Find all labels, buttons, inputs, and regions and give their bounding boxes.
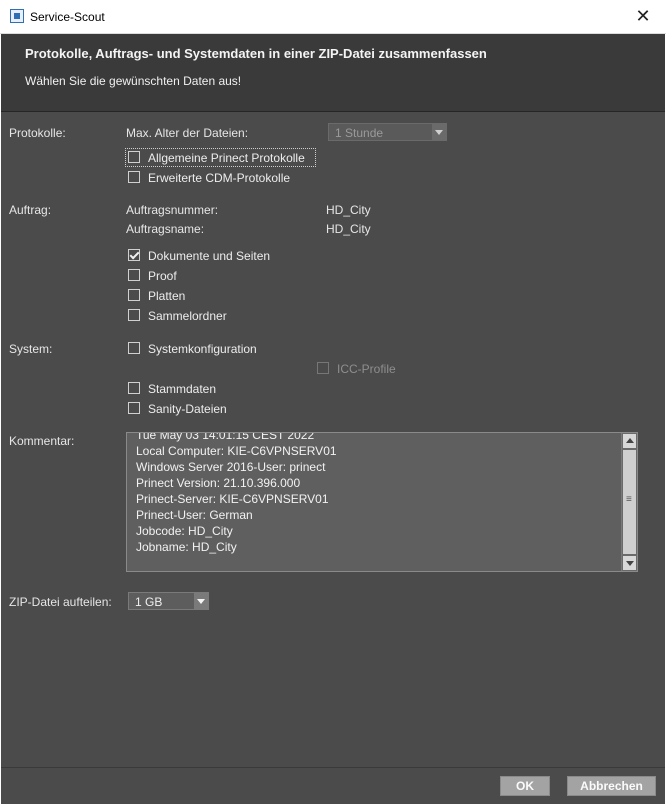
max-age-label: Max. Alter der Dateien:	[126, 126, 249, 140]
protokolle-label: Protokolle:	[9, 126, 66, 140]
kommentar-line: Tue May 03 14:01:15 CEST 2022	[136, 432, 315, 442]
checkbox-label: Sanity-Dateien	[148, 402, 227, 416]
auftragsnummer-label: Auftragsnummer:	[126, 203, 219, 217]
chevron-down-icon	[432, 124, 446, 140]
dialog-body: Protokolle, Auftrags- und Systemdaten in…	[1, 34, 665, 804]
kommentar-scrollbar[interactable]	[621, 433, 637, 571]
auftrag-label: Auftrag:	[9, 203, 52, 217]
checkbox-platten[interactable]	[128, 289, 140, 301]
zip-split-select[interactable]: 1 GB	[128, 592, 209, 610]
chevron-down-icon	[194, 593, 208, 609]
kommentar-line: Local Computer: KIE-C6VPNSERV01	[136, 444, 337, 458]
checkbox-label: ICC-Profile	[337, 362, 396, 376]
checkbox-label: Stammdaten	[148, 382, 217, 396]
kommentar-line: Prinect Version: 21.10.396.000	[136, 476, 301, 490]
checkbox-icc-profile	[317, 362, 329, 374]
kommentar-line: Prinect-User: German	[136, 508, 253, 522]
max-age-value: 1 Stunde	[335, 126, 384, 140]
auftragsname-value: HD_City	[326, 222, 371, 236]
checkbox-label: Proof	[148, 269, 177, 283]
auftragsnummer-value: HD_City	[326, 203, 371, 217]
auftragsname-label: Auftragsname:	[126, 222, 205, 236]
title-bar: Service-Scout ✕	[0, 0, 666, 34]
ok-button[interactable]: OK	[500, 776, 550, 796]
checkbox-stammdaten[interactable]	[128, 382, 140, 394]
scroll-up-icon[interactable]	[623, 434, 636, 448]
cancel-button[interactable]: Abbrechen	[567, 776, 656, 796]
kommentar-label: Kommentar:	[9, 434, 75, 448]
max-age-select: 1 Stunde	[328, 123, 447, 141]
checkbox-sammelordner[interactable]	[128, 309, 140, 321]
dialog-footer: OK Abbrechen	[1, 767, 665, 804]
checkbox-allgemeine-protokolle[interactable]	[128, 151, 140, 163]
zip-split-label: ZIP-Datei aufteilen:	[9, 595, 112, 609]
system-label: System:	[9, 342, 53, 356]
kommentar-line: Jobname: HD_City	[136, 540, 237, 554]
checkbox-label: Platten	[148, 289, 186, 303]
checkbox-proof[interactable]	[128, 269, 140, 281]
kommentar-line: Windows Server 2016-User: prinect	[136, 460, 326, 474]
checkbox-label: Dokumente und Seiten	[148, 249, 271, 263]
kommentar-line: Jobcode: HD_City	[136, 524, 233, 538]
scroll-down-icon[interactable]	[623, 556, 636, 570]
checkbox-label: Systemkonfiguration	[148, 342, 257, 356]
close-icon[interactable]: ✕	[620, 0, 666, 33]
checkbox-cdm-protokolle[interactable]	[128, 171, 140, 183]
checkbox-label: Erweiterte CDM-Protokolle	[148, 171, 291, 185]
dialog-heading: Protokolle, Auftrags- und Systemdaten in…	[25, 46, 487, 61]
dialog-header: Protokolle, Auftrags- und Systemdaten in…	[1, 34, 665, 112]
checkbox-label: Allgemeine Prinect Protokolle	[148, 151, 305, 165]
checkbox-dokumente-seiten[interactable]	[128, 249, 140, 261]
kommentar-line: Prinect-Server: KIE-C6VPNSERV01	[136, 492, 329, 506]
dialog-subheading: Wählen Sie die gewünschten Daten aus!	[25, 74, 242, 88]
kommentar-text: Tue May 03 14:01:15 CEST 2022 Local Comp…	[136, 432, 337, 555]
app-icon	[10, 9, 24, 23]
checkbox-systemkonfiguration[interactable]	[128, 342, 140, 354]
kommentar-textarea[interactable]: Tue May 03 14:01:15 CEST 2022 Local Comp…	[126, 432, 638, 572]
checkbox-sanity-dateien[interactable]	[128, 402, 140, 414]
scrollbar-thumb[interactable]	[623, 450, 636, 554]
checkbox-label: Sammelordner	[148, 309, 227, 323]
zip-split-value: 1 GB	[135, 595, 163, 609]
window-title: Service-Scout	[30, 10, 105, 24]
